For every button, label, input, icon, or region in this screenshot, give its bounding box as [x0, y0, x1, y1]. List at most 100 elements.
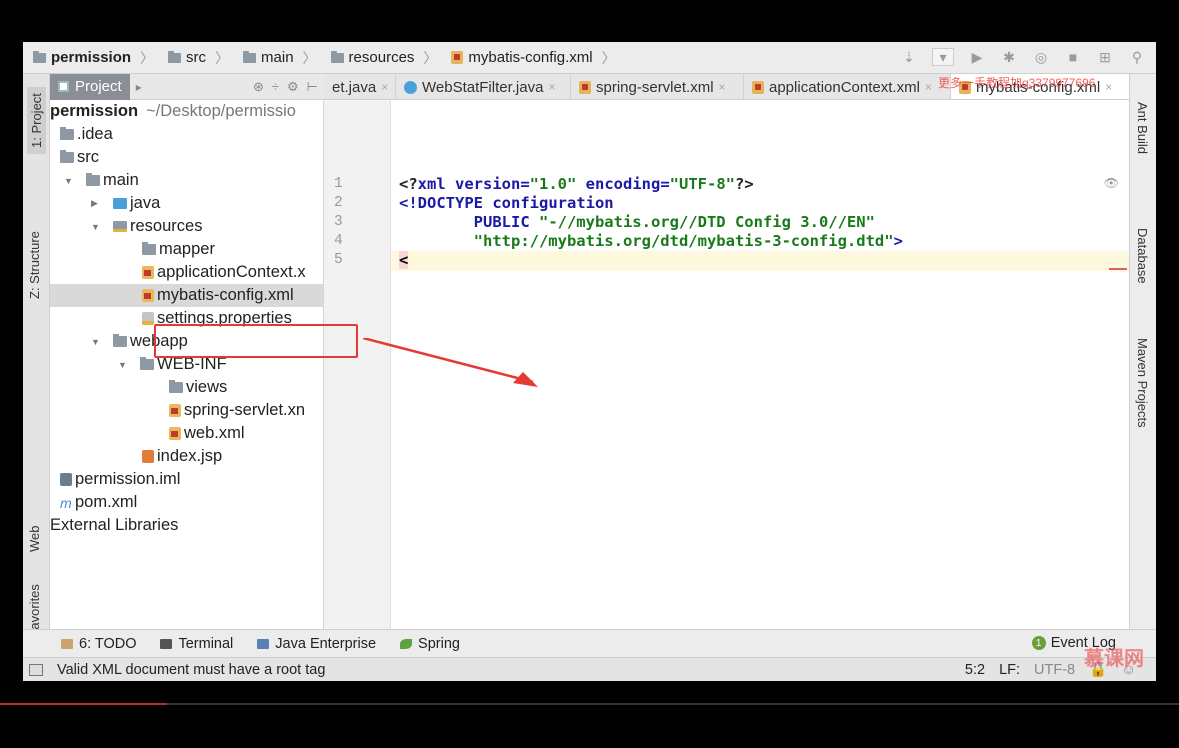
- breadcrumb-resources[interactable]: resources 〉: [321, 48, 442, 68]
- logo-watermark: 慕课网: [1084, 648, 1144, 670]
- resources-folder-icon: [113, 221, 127, 232]
- code-token: <?: [399, 175, 418, 193]
- build-icon[interactable]: ⇣: [900, 48, 918, 66]
- tree-node-external-libraries[interactable]: External Libraries: [50, 514, 323, 537]
- breadcrumb-label: resources: [348, 49, 415, 66]
- eye-icon[interactable]: 👁: [1104, 176, 1119, 190]
- breadcrumb-label: main: [261, 49, 294, 66]
- tree-node-views[interactable]: views: [169, 376, 323, 399]
- debug-icon[interactable]: ✱: [1000, 48, 1018, 66]
- collapse-icon[interactable]: ÷: [272, 79, 279, 95]
- tree-node-web-inf[interactable]: ▼ WEB-INF: [118, 353, 323, 376]
- chevron-right-icon: 〉: [215, 49, 230, 66]
- code-token: "1.0": [529, 175, 577, 193]
- line-number: 5: [334, 252, 343, 268]
- tree-node-spring-servlet[interactable]: spring-servlet.xn: [169, 399, 323, 422]
- breadcrumb-label: mybatis-config.xml: [468, 49, 593, 66]
- tree-node-resources[interactable]: ▼ resources: [91, 215, 323, 238]
- tree-node-label: applicationContext.x: [157, 263, 306, 281]
- tree-node-applicationcontext[interactable]: applicationContext.x: [142, 261, 323, 284]
- tool-tab-ant-build[interactable]: Ant Build: [1135, 102, 1150, 154]
- tree-node-main[interactable]: ▼ main: [64, 169, 323, 192]
- editor-tab-spring-servlet[interactable]: spring-servlet.xml ×: [571, 74, 744, 99]
- hide-icon[interactable]: ⊢: [307, 79, 318, 95]
- iml-file-icon: [60, 473, 72, 486]
- tree-node-permission-iml[interactable]: permission.iml: [60, 468, 323, 491]
- java-enterprise-button[interactable]: Java Enterprise: [245, 636, 388, 652]
- run-icon[interactable]: ▶: [968, 48, 986, 66]
- xml-file-icon: [142, 289, 154, 302]
- tree-node-mybatis-config[interactable]: mybatis-config.xml: [50, 284, 323, 307]
- project-view-selector[interactable]: Project: [50, 73, 130, 100]
- tree-node-label: .idea: [77, 125, 113, 143]
- stop-icon[interactable]: ■: [1064, 48, 1082, 66]
- tree-node-label: index.jsp: [157, 447, 223, 465]
- tree-node-java[interactable]: ▶ java: [91, 192, 323, 215]
- expanded-arrow-icon[interactable]: ▼: [91, 222, 103, 232]
- xml-file-icon: [752, 80, 764, 94]
- editor-tab-webstatfilter[interactable]: WebStatFilter.java ×: [396, 74, 571, 99]
- tree-node-settings[interactable]: settings.properties: [142, 307, 323, 330]
- code-token: >: [893, 232, 903, 250]
- sync-icon[interactable]: ⊛: [253, 79, 264, 95]
- close-icon[interactable]: ×: [548, 80, 555, 94]
- run-config-dropdown[interactable]: ▾: [932, 48, 954, 66]
- tool-tab-maven[interactable]: Maven Projects: [1135, 338, 1150, 428]
- tree-node-mapper[interactable]: mapper: [142, 238, 323, 261]
- tool-tab-web[interactable]: Web: [27, 526, 42, 553]
- coverage-icon[interactable]: ◎: [1032, 48, 1050, 66]
- breadcrumb-main[interactable]: main 〉: [233, 48, 321, 68]
- terminal-button[interactable]: Terminal: [148, 636, 245, 652]
- source-folder-icon: [113, 198, 127, 209]
- tree-node-web-xml[interactable]: web.xml: [169, 422, 323, 445]
- breadcrumb-src[interactable]: src 〉: [158, 48, 233, 68]
- close-icon[interactable]: ×: [925, 80, 932, 94]
- close-icon[interactable]: ×: [719, 80, 726, 94]
- editor-tab-label: WebStatFilter.java: [422, 78, 544, 96]
- spring-button[interactable]: Spring: [388, 636, 472, 652]
- expanded-arrow-icon[interactable]: ▼: [91, 337, 103, 347]
- tree-node-idea[interactable]: .idea: [60, 123, 323, 146]
- toggle-tool-windows-icon[interactable]: [29, 663, 43, 676]
- folder-icon: [169, 380, 183, 393]
- project-icon: [58, 81, 69, 92]
- tool-tab-project[interactable]: 1: Project: [27, 87, 46, 154]
- editor-tab-applicationcontext[interactable]: applicationContext.xml ×: [744, 74, 951, 99]
- tool-tab-database[interactable]: Database: [1135, 228, 1150, 284]
- tree-node-src[interactable]: src: [60, 146, 323, 169]
- tree-node-permission[interactable]: permission ~/Desktop/permissio: [50, 100, 323, 123]
- code-token: PUBLIC: [399, 213, 539, 231]
- tool-window-bar: 6: TODO Terminal Java Enterprise Spring …: [23, 629, 1156, 657]
- chevron-right-icon[interactable]: ▸: [136, 80, 142, 94]
- video-progress-track[interactable]: [0, 703, 1179, 705]
- collapsed-arrow-icon[interactable]: ▶: [91, 198, 103, 209]
- close-icon[interactable]: ×: [1105, 80, 1112, 94]
- tree-node-label: spring-servlet.xn: [184, 401, 306, 419]
- caret-position[interactable]: 5:2: [965, 662, 985, 678]
- project-structure-icon[interactable]: ⊞: [1096, 48, 1114, 66]
- line-separator[interactable]: LF:: [999, 662, 1020, 678]
- close-icon[interactable]: ×: [381, 80, 388, 94]
- breadcrumb-permission[interactable]: permission 〉: [23, 48, 158, 68]
- tree-node-pom[interactable]: m pom.xml: [60, 491, 323, 514]
- breadcrumb-file[interactable]: mybatis-config.xml 〉: [441, 48, 619, 68]
- expanded-arrow-icon[interactable]: ▼: [64, 176, 76, 186]
- expanded-arrow-icon[interactable]: ▼: [118, 360, 130, 370]
- todo-button[interactable]: 6: TODO: [23, 636, 148, 652]
- search-icon[interactable]: ⚲: [1128, 48, 1146, 66]
- gear-icon[interactable]: ⚙: [287, 79, 299, 95]
- project-panel-title: Project: [75, 78, 122, 95]
- tree-node-webapp[interactable]: ▼ webapp: [91, 330, 323, 353]
- maven-icon: m: [60, 494, 72, 511]
- xml-file-icon: [451, 51, 464, 64]
- tool-tab-structure[interactable]: Z: Structure: [27, 231, 42, 299]
- tree-node-index-jsp[interactable]: index.jsp: [142, 445, 323, 468]
- code-token: encoding=: [576, 175, 670, 193]
- status-message: Valid XML document must have a root tag: [57, 661, 326, 678]
- error-stripe-marker[interactable]: [1109, 268, 1127, 270]
- file-encoding[interactable]: UTF-8: [1034, 662, 1075, 678]
- chevron-right-icon: 〉: [601, 49, 616, 66]
- editor-tab-java[interactable]: et.java ×: [324, 74, 396, 99]
- xml-file-icon: [169, 404, 181, 417]
